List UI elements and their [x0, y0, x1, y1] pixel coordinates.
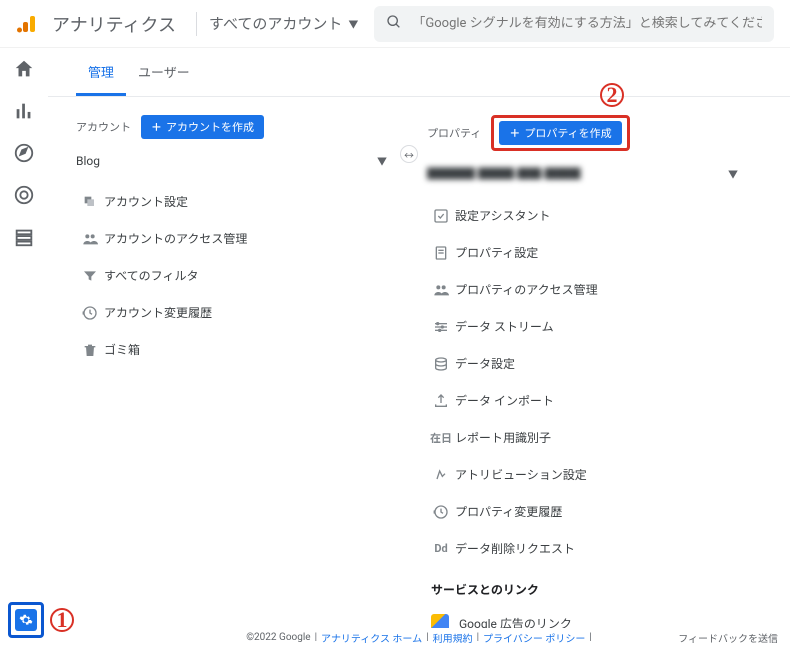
- footer-link-privacy[interactable]: プライバシー ポリシー: [483, 630, 585, 645]
- property-item-7[interactable]: アトリビューション設定: [427, 456, 750, 493]
- admin-gear-highlight: [8, 602, 44, 638]
- property-item-label: プロパティのアクセス管理: [455, 281, 598, 298]
- search-icon: [386, 14, 402, 34]
- trash-icon: [76, 342, 104, 358]
- account-item-0[interactable]: アカウント設定: [76, 183, 399, 220]
- property-dropdown[interactable]: ████ ███-██-███ ▼: [427, 159, 750, 191]
- tab-user[interactable]: ユーザー: [126, 48, 202, 96]
- property-item-5[interactable]: データ インポート: [427, 382, 750, 419]
- property-item-2[interactable]: プロパティのアクセス管理: [427, 271, 750, 308]
- footer-copyright: ©2022 Google: [246, 632, 310, 643]
- analytics-logo-icon: [16, 12, 40, 36]
- footer: ©2022 Google| アナリティクス ホーム| 利用規約| プライバシー …: [48, 628, 790, 646]
- tab-bar: 管理 ユーザー: [48, 48, 790, 97]
- doc-icon: [427, 245, 455, 261]
- property-item-label: データ削除リクエスト: [455, 540, 575, 557]
- account-dropdown[interactable]: Blog ▼: [76, 147, 399, 177]
- property-item-label: データ ストリーム: [455, 318, 554, 335]
- nav-advertising-icon[interactable]: [13, 184, 35, 206]
- property-item-label: データ インポート: [455, 392, 554, 409]
- check-icon: [427, 208, 455, 224]
- account-item-label: アカウント設定: [104, 193, 188, 210]
- layers-icon: [76, 194, 104, 210]
- left-nav: [0, 48, 48, 646]
- property-item-6[interactable]: 在日レポート用識別子: [427, 419, 750, 456]
- footer-feedback[interactable]: フィードバックを送信: [678, 630, 778, 645]
- link-item-0[interactable]: Google 広告のリンク: [427, 604, 750, 628]
- history-icon: [427, 504, 455, 520]
- account-selected-name: Blog: [76, 154, 100, 168]
- plus-icon: ＋: [509, 125, 520, 141]
- property-selected-name: ████ ███-██-███: [427, 165, 581, 182]
- account-column-label: アカウント: [76, 119, 131, 135]
- nav-configure-icon[interactable]: [13, 226, 35, 248]
- link-item-label: Google 広告のリンク: [459, 615, 572, 629]
- app-header: アナリティクス すべてのアカウント ▼: [0, 0, 790, 48]
- property-item-label: アトリビューション設定: [455, 466, 587, 483]
- people-icon: [427, 282, 455, 298]
- chevron-down-icon: ▼: [377, 153, 387, 168]
- links-heading: サービスとのリンク: [427, 567, 750, 604]
- account-selector-label: すべてのアカウント: [209, 13, 342, 34]
- account-column: アカウント ＋アカウントを作成 Blog ▼ アカウント設定アカウントのアクセス…: [48, 115, 409, 628]
- account-item-3[interactable]: アカウント変更履歴: [76, 294, 399, 331]
- footer-link-terms[interactable]: 利用規約: [433, 630, 473, 645]
- create-account-label: アカウントを作成: [166, 119, 254, 135]
- create-property-highlight: ＋プロパティを作成: [491, 115, 629, 151]
- annotation-circle-2: 2: [600, 83, 624, 107]
- upload-icon: [427, 393, 455, 409]
- property-column: プロパティ ＋プロパティを作成 ████ ███-██-███ ▼ 設定アシスタ…: [409, 115, 790, 628]
- divider: [196, 12, 197, 36]
- attribution-icon: [427, 467, 455, 483]
- property-item-3[interactable]: データ ストリーム: [427, 308, 750, 345]
- nav-home-icon[interactable]: [13, 58, 35, 80]
- database-icon: [427, 356, 455, 372]
- property-item-9[interactable]: Ddデータ削除リクエスト: [427, 530, 750, 567]
- account-item-2[interactable]: すべてのフィルタ: [76, 257, 399, 294]
- account-item-4[interactable]: ゴミ箱: [76, 331, 399, 368]
- property-item-8[interactable]: プロパティ変更履歴: [427, 493, 750, 530]
- account-item-1[interactable]: アカウントのアクセス管理: [76, 220, 399, 257]
- app-title: アナリティクス: [52, 11, 176, 37]
- ads-icon: [431, 614, 449, 628]
- create-property-button[interactable]: ＋プロパティを作成: [499, 121, 621, 145]
- plus-icon: ＋: [151, 119, 162, 135]
- property-item-0[interactable]: 設定アシスタント: [427, 197, 750, 234]
- history-icon: [76, 305, 104, 321]
- filter-icon: [76, 268, 104, 284]
- property-item-4[interactable]: データ設定: [427, 345, 750, 382]
- nav-explore-icon[interactable]: [13, 142, 35, 164]
- annotation-circle-1: 1: [50, 608, 74, 632]
- account-item-label: アカウントのアクセス管理: [104, 230, 247, 247]
- property-item-label: プロパティ設定: [455, 244, 538, 261]
- property-item-1[interactable]: プロパティ設定: [427, 234, 750, 271]
- search-input[interactable]: [412, 16, 762, 31]
- property-column-label: プロパティ: [427, 125, 481, 141]
- property-item-label: プロパティ変更履歴: [455, 503, 562, 520]
- chevron-down-icon: ▼: [348, 16, 358, 31]
- chevron-down-icon: ▼: [728, 166, 738, 181]
- account-selector[interactable]: すべてのアカウント ▼: [209, 13, 358, 34]
- column-collapse-icon[interactable]: ↔: [400, 145, 418, 163]
- gear-icon[interactable]: [15, 609, 37, 631]
- tab-admin[interactable]: 管理: [76, 48, 126, 96]
- account-item-label: アカウント変更履歴: [104, 304, 212, 321]
- account-item-label: すべてのフィルタ: [104, 267, 198, 284]
- stream-icon: [427, 319, 455, 335]
- account-item-label: ゴミ箱: [104, 341, 140, 358]
- create-property-label: プロパティを作成: [524, 125, 611, 141]
- property-item-label: 設定アシスタント: [455, 207, 551, 224]
- create-account-button[interactable]: ＋アカウントを作成: [141, 115, 264, 139]
- id-icon: 在日: [427, 430, 455, 446]
- search-box[interactable]: [374, 6, 774, 42]
- nav-reports-icon[interactable]: [13, 100, 35, 122]
- dd-icon: Dd: [427, 542, 455, 555]
- footer-link-home[interactable]: アナリティクス ホーム: [321, 630, 422, 645]
- people-icon: [76, 231, 104, 247]
- main: 管理 ユーザー アカウント ＋アカウントを作成 Blog ▼ アカウント設定アカ…: [48, 48, 790, 628]
- property-item-label: データ設定: [455, 355, 515, 372]
- property-item-label: レポート用識別子: [455, 429, 551, 446]
